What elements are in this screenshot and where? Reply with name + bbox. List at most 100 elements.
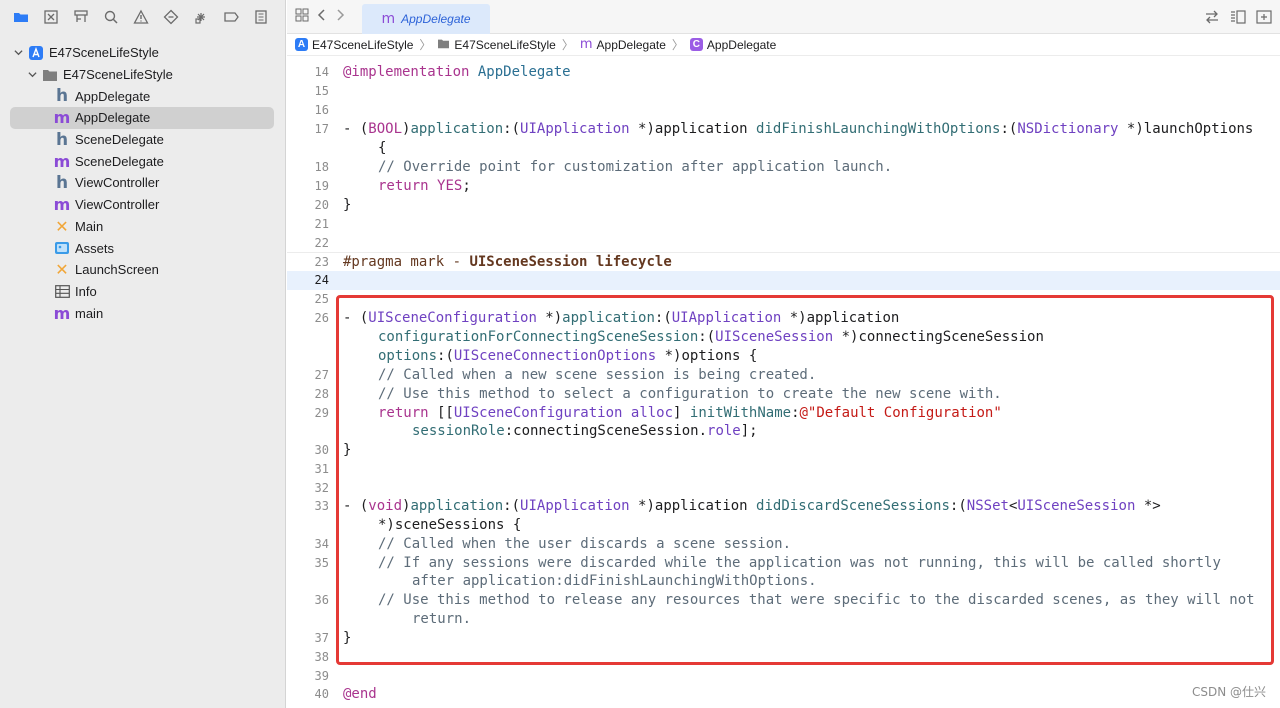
tab-appdelegate[interactable]: m AppDelegate bbox=[362, 3, 490, 34]
code-text: after application:didFinishLaunchingWith… bbox=[412, 573, 817, 589]
line-number: 24 bbox=[314, 273, 329, 287]
line-number: 17 bbox=[314, 122, 329, 136]
tree-item-group[interactable]: E47SceneLifeStyle bbox=[0, 64, 285, 86]
back-icon[interactable] bbox=[317, 8, 327, 25]
objc-file-icon: m bbox=[53, 195, 71, 215]
code-line: 28 // Use this method to select a configu… bbox=[287, 385, 1280, 404]
code-text: return YES; bbox=[378, 178, 471, 194]
tree-item-file[interactable]: ✕ LaunchScreen bbox=[0, 259, 285, 281]
code-text: sessionRole:connectingSceneSession.role]… bbox=[412, 423, 758, 439]
line-number: 40 bbox=[314, 687, 329, 701]
grid-icon[interactable] bbox=[295, 8, 309, 25]
warning-icon[interactable] bbox=[129, 5, 153, 29]
tree-item-file[interactable]: h AppDelegate bbox=[0, 85, 285, 107]
code-line: 37} bbox=[287, 629, 1280, 648]
code-line: 19 return YES; bbox=[287, 177, 1280, 196]
tree-item-label: main bbox=[75, 305, 104, 321]
code-line: 29 return [[UISceneConfiguration alloc] i… bbox=[287, 404, 1280, 423]
tree-item-file[interactable]: m main bbox=[0, 302, 285, 324]
watermark: CSDN @仕兴 bbox=[1191, 685, 1266, 699]
code-line: 34 // Called when the user discards a sce… bbox=[287, 535, 1280, 554]
line-number: 31 bbox=[314, 462, 329, 476]
class-icon: C bbox=[689, 38, 703, 51]
tree-item-file[interactable]: h SceneDelegate bbox=[0, 129, 285, 151]
storyboard-icon: ✕ bbox=[55, 216, 69, 236]
header-file-icon: h bbox=[55, 172, 69, 193]
code-text: #pragma mark - UISceneSession lifecycle bbox=[343, 254, 672, 270]
code-line: 38 bbox=[287, 648, 1280, 667]
tree-item-file[interactable]: m ViewController bbox=[0, 194, 285, 216]
tree-item-file[interactable]: h ViewController bbox=[0, 172, 285, 194]
tree-item-label: ViewController bbox=[75, 197, 160, 213]
breadcrumb-class[interactable]: C AppDelegate bbox=[689, 38, 776, 52]
editor-area: m AppDelegate A E47SceneLifeStyle 〉 E47S… bbox=[287, 0, 1280, 708]
tree-item-file[interactable]: Assets bbox=[0, 237, 285, 259]
header-file-icon: h bbox=[55, 129, 69, 150]
chevron-down-icon[interactable] bbox=[12, 47, 24, 59]
code-line-wrap: sessionRole:connectingSceneSession.role]… bbox=[287, 422, 1280, 441]
asset-catalog-icon bbox=[54, 240, 70, 256]
code-text: // Use this method to release any resour… bbox=[378, 592, 1255, 608]
folder-icon bbox=[42, 67, 58, 83]
line-number: 29 bbox=[314, 406, 329, 420]
line-number: 30 bbox=[314, 443, 329, 457]
debug-icon[interactable] bbox=[189, 5, 213, 29]
code-line-wrap: configurationForConnectingSceneSession:(… bbox=[287, 328, 1280, 347]
forward-icon[interactable] bbox=[335, 8, 345, 25]
line-number: 20 bbox=[314, 198, 329, 212]
tree-item-label: Main bbox=[75, 218, 104, 234]
code-text: - (UISceneConfiguration *)application:(U… bbox=[343, 310, 900, 326]
code-line: 22 bbox=[287, 234, 1280, 253]
tree-item-file[interactable]: m SceneDelegate bbox=[0, 150, 285, 172]
code-text: } bbox=[343, 442, 352, 458]
folder-icon[interactable] bbox=[9, 5, 33, 29]
navigator-toolbar bbox=[0, 0, 285, 34]
chevron-right-icon: 〉 bbox=[561, 38, 574, 52]
code-line: 39 bbox=[287, 667, 1280, 686]
tree-item-label: LaunchScreen bbox=[75, 262, 159, 278]
tree-item-file[interactable]: ✕ Main bbox=[0, 216, 285, 238]
objc-file-icon: m bbox=[381, 10, 396, 27]
breadcrumb-label: AppDelegate bbox=[596, 37, 666, 52]
objc-file-icon: m bbox=[53, 108, 71, 128]
tree-item-project[interactable]: E47SceneLifeStyle bbox=[0, 42, 285, 64]
add-editor-icon[interactable] bbox=[1256, 9, 1272, 28]
tree-item-label: Info bbox=[75, 283, 97, 299]
line-number: 38 bbox=[314, 650, 329, 664]
breadcrumb-label: E47SceneLifeStyle bbox=[312, 37, 414, 52]
chevron-down-icon[interactable] bbox=[26, 69, 38, 81]
breadcrumb-folder[interactable]: E47SceneLifeStyle bbox=[437, 38, 556, 52]
code-line: 33 - (void)application:(UIApplication *)a… bbox=[287, 497, 1280, 516]
report-icon[interactable] bbox=[249, 5, 273, 29]
line-number: 22 bbox=[314, 236, 329, 250]
code-line: 25 bbox=[287, 290, 1280, 309]
hierarchy-icon[interactable] bbox=[69, 5, 93, 29]
code-editor[interactable]: 14 @implementation AppDelegate 15 16 17 - … bbox=[287, 57, 1280, 708]
tree-item-file[interactable]: Info bbox=[0, 281, 285, 303]
tree-item-label: AppDelegate bbox=[75, 110, 151, 126]
swap-arrows-icon[interactable] bbox=[1204, 9, 1220, 28]
line-number: 18 bbox=[314, 160, 329, 174]
code-line: 31 bbox=[287, 460, 1280, 479]
tree-item-file-selected[interactable]: m AppDelegate bbox=[0, 107, 285, 129]
code-text: // Called when the user discards a scene… bbox=[378, 536, 792, 552]
code-line: 32 bbox=[287, 479, 1280, 498]
code-text: return [[UISceneConfiguration alloc] ini… bbox=[378, 405, 1002, 421]
tab-label: AppDelegate bbox=[401, 11, 471, 26]
test-icon[interactable] bbox=[159, 5, 183, 29]
tree-item-label: E47SceneLifeStyle bbox=[63, 67, 173, 83]
code-text: // Use this method to select a configura… bbox=[378, 386, 1002, 402]
line-number: 14 bbox=[314, 65, 329, 79]
breadcrumb-file[interactable]: m AppDelegate bbox=[580, 37, 666, 52]
breakpoint-icon[interactable] bbox=[219, 5, 243, 29]
search-icon[interactable] bbox=[99, 5, 123, 29]
code-text: - (BOOL)application:(UIApplication *)app… bbox=[343, 121, 1254, 137]
line-number: 25 bbox=[314, 292, 329, 306]
breadcrumb-project[interactable]: A E47SceneLifeStyle bbox=[295, 38, 413, 52]
source-control-icon[interactable] bbox=[39, 5, 63, 29]
code-line: 40 @end bbox=[287, 685, 1280, 704]
code-text: @end bbox=[343, 686, 377, 702]
editor-menu-icon[interactable] bbox=[1230, 9, 1246, 28]
line-number: 37 bbox=[314, 631, 329, 645]
tree-item-label: SceneDelegate bbox=[75, 153, 164, 169]
